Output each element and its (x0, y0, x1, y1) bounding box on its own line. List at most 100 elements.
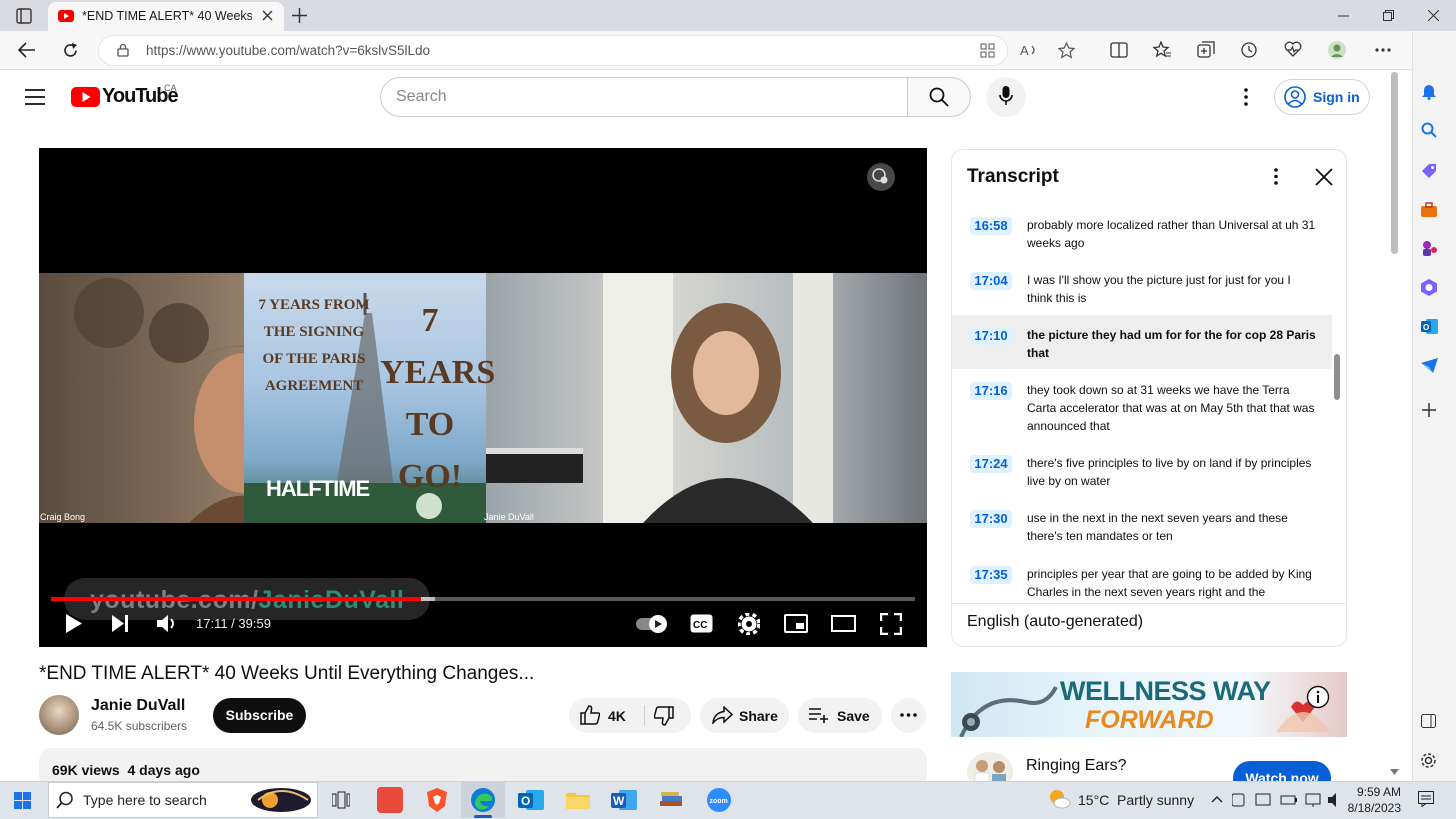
channel-name[interactable]: Janie DuVall (91, 697, 185, 715)
restore-icon[interactable] (1383, 10, 1394, 21)
miniplayer-icon[interactable] (784, 614, 808, 633)
brave-browser-icon[interactable] (424, 787, 450, 813)
transcript-language-selector[interactable]: English (auto-generated) (967, 613, 1143, 631)
page-scrollbar[interactable] (1391, 72, 1398, 254)
sidebar-search-icon[interactable] (1421, 122, 1437, 138)
segment-timestamp: 17:04 (970, 272, 1012, 290)
tab-actions-icon[interactable] (16, 8, 32, 24)
view-count: 69K views (52, 762, 120, 778)
tray-icons[interactable] (1232, 792, 1340, 808)
ad-banner-line1: WELLNESS WAY (1060, 676, 1271, 706)
subscribe-button[interactable]: Subscribe (213, 698, 306, 733)
transcript-more-icon[interactable] (1274, 168, 1278, 185)
next-video-icon[interactable] (112, 615, 129, 632)
search-highlight-icon (248, 784, 314, 816)
transcript-segment[interactable]: 17:24 there's five principles to live by… (952, 448, 1332, 504)
app-available-icon[interactable] (980, 43, 995, 58)
outlook-icon[interactable]: O (1421, 318, 1438, 335)
channel-avatar[interactable] (39, 695, 79, 735)
autoplay-toggle[interactable] (636, 614, 670, 634)
favorites-icon[interactable] (1153, 41, 1171, 59)
view-count-and-age: 69K views 4 days ago (52, 762, 200, 778)
transcript-segment-active[interactable]: 17:10 the picture they had um for for th… (952, 315, 1332, 369)
edge-browser-icon[interactable] (470, 787, 496, 813)
books-app-icon[interactable] (658, 787, 684, 813)
header-more-icon[interactable] (1244, 88, 1248, 106)
weather-icon[interactable] (1047, 788, 1071, 810)
volume-icon[interactable] (157, 614, 177, 633)
taskbar-app-red-icon[interactable] (377, 787, 403, 813)
theater-mode-icon[interactable] (831, 615, 856, 632)
tab-close-icon[interactable] (262, 10, 273, 21)
upload-age: 4 days ago (127, 762, 200, 778)
file-explorer-icon[interactable] (565, 787, 591, 813)
captions-icon[interactable]: CC (690, 614, 713, 633)
notification-center-icon[interactable] (1418, 791, 1434, 807)
search-input[interactable] (380, 77, 908, 117)
zoom-app-icon[interactable]: zoom (706, 787, 732, 813)
hide-sidebar-icon[interactable] (1421, 714, 1436, 728)
read-aloud-icon[interactable]: A (1020, 42, 1038, 58)
share-label: Share (739, 708, 778, 724)
word-icon[interactable]: W (611, 787, 637, 813)
show-hidden-icons-chevron-icon[interactable] (1211, 795, 1223, 803)
poster-text-paris-agreement: 7 YEARS FROM THE SIGNING OF THE PARIS AG… (258, 297, 370, 394)
channel-watermark-icon[interactable] (866, 162, 896, 192)
history-icon[interactable] (1240, 41, 1258, 59)
tools-briefcase-icon[interactable] (1421, 202, 1437, 217)
lock-icon[interactable] (117, 43, 129, 57)
window-close-icon[interactable] (1428, 10, 1439, 21)
scroll-down-arrow-icon[interactable] (1390, 769, 1399, 775)
region-code: CA (164, 83, 177, 93)
windows-start-icon[interactable] (14, 792, 31, 809)
youtube-favicon-icon (58, 10, 74, 22)
transcript-segment[interactable]: 17:04 I was I'll show you the picture ju… (952, 265, 1332, 321)
transcript-segment[interactable]: 16:58 probably more localized rather tha… (952, 210, 1332, 266)
time-display: 17:11 / 39:59 (196, 616, 271, 631)
taskbar-search-placeholder: Type here to search (83, 792, 207, 808)
weather-text[interactable]: 15°C Partly sunny (1078, 792, 1194, 808)
fullscreen-icon[interactable] (880, 613, 902, 635)
task-view-icon[interactable] (332, 791, 350, 809)
new-tab-icon[interactable] (292, 8, 307, 23)
poster-text-years-to-go: 7 YEARS TO GO! (380, 302, 496, 495)
account-circle-icon (1284, 86, 1306, 108)
thumbs-down-icon (654, 706, 674, 726)
url-text[interactable]: https://www.youtube.com/watch?v=6kslvS5l… (146, 43, 430, 58)
games-icon[interactable] (1421, 240, 1437, 257)
extension-avatar-icon[interactable] (1327, 40, 1347, 60)
send-drop-icon[interactable] (1421, 358, 1438, 373)
refresh-icon[interactable] (62, 42, 79, 59)
sidebar-settings-gear-icon[interactable] (1420, 752, 1437, 769)
svg-text:O: O (1423, 323, 1429, 332)
watch-now-button[interactable]: Watch now (1233, 761, 1331, 781)
ad-info-icon[interactable] (1306, 685, 1330, 709)
tab-title: *END TIME ALERT* 40 Weeks Until Everythi… (82, 9, 252, 23)
transcript-scrollbar[interactable] (1334, 354, 1340, 400)
shopping-tag-icon[interactable] (1421, 163, 1437, 179)
minimize-icon[interactable] (1338, 15, 1349, 17)
microsoft365-icon[interactable] (1421, 279, 1437, 296)
performance-heart-icon[interactable] (1284, 41, 1302, 58)
notifications-bell-icon[interactable] (1421, 83, 1437, 100)
settings-gear-icon[interactable] (738, 613, 760, 635)
split-screen-icon[interactable] (1110, 42, 1128, 58)
outlook-taskbar-icon[interactable]: O (518, 787, 544, 813)
sidebar-add-icon[interactable] (1422, 403, 1436, 417)
more-horizontal-icon (900, 713, 917, 717)
back-icon[interactable] (18, 42, 36, 58)
transcript-segment[interactable]: 17:16 they took down so at 31 weeks we h… (952, 375, 1332, 447)
play-icon[interactable] (66, 614, 82, 633)
video-frame-right-participant (483, 273, 927, 523)
settings-more-icon[interactable] (1375, 48, 1391, 52)
transcript-close-icon[interactable] (1315, 168, 1333, 186)
segment-text: probably more localized rather than Univ… (1027, 218, 1316, 250)
favorite-star-icon[interactable] (1058, 42, 1075, 59)
transcript-segment[interactable]: 17:35 principles per year that are going… (952, 559, 1332, 603)
hamburger-menu-icon[interactable] (25, 89, 45, 105)
progress-played (51, 597, 421, 601)
collections-icon[interactable] (1197, 41, 1215, 59)
taskbar-clock[interactable]: 9:59 AM 8/18/2023 (1345, 784, 1401, 816)
segment-text: the picture they had um for for the for … (1027, 328, 1316, 360)
transcript-segment[interactable]: 17:30 use in the next in the next seven … (952, 503, 1332, 559)
